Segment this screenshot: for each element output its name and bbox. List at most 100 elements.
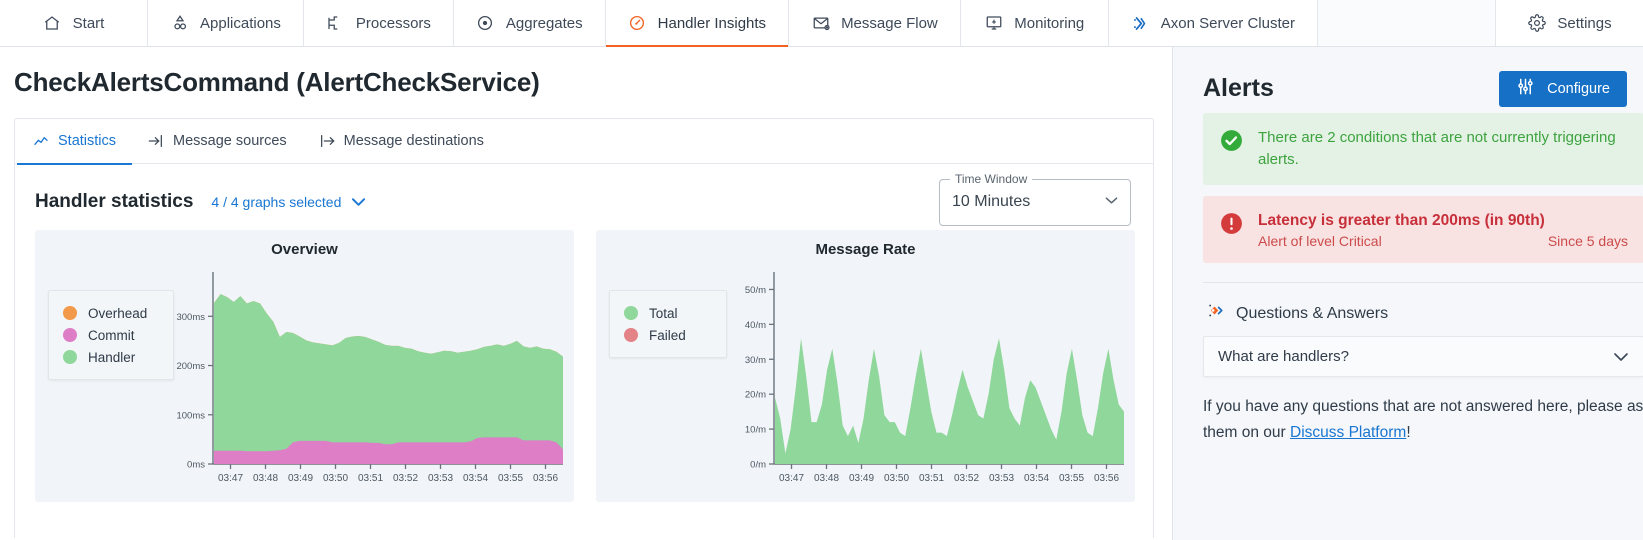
chart-title: Message Rate xyxy=(815,241,916,258)
nav-item-start[interactable]: Start xyxy=(0,0,148,46)
alert-since: Since 5 days xyxy=(1547,233,1628,249)
arrow-out-icon xyxy=(319,133,335,149)
aggregates-icon xyxy=(476,14,495,33)
alerts-panel: Alerts Configure There are 2 conditions … xyxy=(1172,47,1643,540)
svg-text:03:52: 03:52 xyxy=(954,473,979,484)
svg-text:03:48: 03:48 xyxy=(253,473,278,484)
qa-item-what-are-handlers[interactable]: What are handlers? xyxy=(1203,336,1643,377)
questions-answers-header: Questions & Answers xyxy=(1203,282,1643,329)
plot-overview: 0ms 100ms 200ms 300ms 03:47 03:48 03:49 03:50 03… xyxy=(35,258,574,496)
svg-text:03:55: 03:55 xyxy=(1059,473,1084,484)
svg-text:03:51: 03:51 xyxy=(919,473,944,484)
svg-text:03:50: 03:50 xyxy=(323,473,348,484)
handler-statistics-heading: Handler statistics xyxy=(35,191,194,212)
svg-text:200ms: 200ms xyxy=(176,361,205,372)
nav-item-processors[interactable]: Processors xyxy=(304,0,454,46)
charts-container: Overview Overhead Commit Handler 0ms 100… xyxy=(15,226,1153,502)
svg-text:300ms: 300ms xyxy=(176,312,205,323)
top-navigation: Start Applications Processors Aggregates… xyxy=(0,0,1643,47)
processors-icon xyxy=(326,14,345,33)
qa-item-label: What are handlers? xyxy=(1218,348,1349,365)
qa-footer-post: ! xyxy=(1406,424,1411,441)
chevron-down-icon xyxy=(1105,196,1118,208)
nav-label: Processors xyxy=(355,14,431,32)
svg-text:50/m: 50/m xyxy=(745,285,766,296)
gauge-icon xyxy=(628,14,647,33)
tab-label: Message sources xyxy=(173,133,287,149)
alert-level: Alert of level Critical xyxy=(1258,233,1382,249)
home-icon xyxy=(43,14,62,33)
alert-ok: There are 2 conditions that are not curr… xyxy=(1203,113,1643,185)
svg-text:03:49: 03:49 xyxy=(849,473,874,484)
chart-card-overview: Overview Overhead Commit Handler 0ms 100… xyxy=(35,230,574,502)
chevron-down-icon xyxy=(351,196,366,209)
chart-body-message-rate: Total Failed 0/m 10/m 20/m 30/m 40/m 50/m 03:4… xyxy=(596,258,1135,496)
nav-label: Applications xyxy=(200,14,281,32)
svg-text:100ms: 100ms xyxy=(176,410,205,421)
axon-diamond-icon xyxy=(1203,300,1224,326)
nav-item-monitoring[interactable]: Monitoring xyxy=(961,0,1109,46)
nav-item-axon-server-cluster[interactable]: Axon Server Cluster xyxy=(1109,0,1318,46)
tab-label: Message destinations xyxy=(343,133,484,149)
nav-label: Start xyxy=(72,14,105,32)
nav-label: Settings xyxy=(1557,14,1612,32)
time-window-value: 10 Minutes xyxy=(952,193,1031,210)
applications-icon xyxy=(170,14,189,33)
envelope-icon xyxy=(811,14,830,33)
chart-card-message-rate: Message Rate Total Failed 0/m 10/m 20/m … xyxy=(596,230,1135,502)
nav-label: Message Flow xyxy=(841,14,938,32)
check-circle-icon xyxy=(1219,128,1244,153)
svg-text:03:56: 03:56 xyxy=(533,473,558,484)
tab-statistics[interactable]: Statistics xyxy=(17,119,133,165)
svg-text:0/m: 0/m xyxy=(750,460,766,471)
alerts-title: Alerts xyxy=(1203,74,1274,102)
svg-text:03:53: 03:53 xyxy=(989,473,1014,484)
svg-text:03:54: 03:54 xyxy=(463,473,488,484)
nav-item-applications[interactable]: Applications xyxy=(148,0,304,46)
nav-item-handler-insights[interactable]: Handler Insights xyxy=(605,0,790,47)
chevron-down-icon xyxy=(1613,350,1629,364)
alert-critical: Latency is greater than 200ms (in 90th) … xyxy=(1203,196,1643,263)
alert-critical-meta: Alert of level Critical Since 5 days xyxy=(1258,233,1628,249)
qa-footer-pre: If you have any questions that are not a… xyxy=(1203,398,1643,441)
svg-text:40/m: 40/m xyxy=(745,320,766,331)
time-window-label: Time Window xyxy=(950,171,1033,186)
nav-label: Monitoring xyxy=(1014,14,1085,32)
statistics-header-row: Handler statistics 4 / 4 graphs selected… xyxy=(15,164,1153,226)
svg-text:03:47: 03:47 xyxy=(779,473,804,484)
chart-title: Overview xyxy=(271,241,338,258)
alert-critical-title: Latency is greater than 200ms (in 90th) xyxy=(1258,212,1545,229)
svg-text:10/m: 10/m xyxy=(745,425,766,436)
sliders-icon xyxy=(1516,77,1535,100)
nav-label: Handler Insights xyxy=(657,14,767,32)
plot-message-rate: 0/m 10/m 20/m 30/m 40/m 50/m 03:47 03:48 03:49 03… xyxy=(596,258,1135,496)
configure-button[interactable]: Configure xyxy=(1499,70,1627,107)
configure-label: Configure xyxy=(1547,80,1610,97)
svg-text:03:48: 03:48 xyxy=(814,473,839,484)
nav-item-message-flow[interactable]: Message Flow xyxy=(789,0,961,46)
svg-text:03:50: 03:50 xyxy=(884,473,909,484)
nav-item-aggregates[interactable]: Aggregates xyxy=(454,0,606,46)
graphs-selected-dropdown[interactable]: 4 / 4 graphs selected xyxy=(211,194,366,210)
nav-item-settings[interactable]: Settings xyxy=(1495,0,1643,46)
alert-ok-text: There are 2 conditions that are not curr… xyxy=(1258,129,1616,168)
svg-text:03:56: 03:56 xyxy=(1094,473,1119,484)
tab-message-destinations[interactable]: Message destinations xyxy=(303,119,500,164)
tab-message-sources[interactable]: Message sources xyxy=(132,119,303,164)
nav-label: Aggregates xyxy=(505,14,583,32)
svg-text:30/m: 30/m xyxy=(745,355,766,366)
discuss-platform-link[interactable]: Discuss Platform xyxy=(1290,424,1406,441)
nav-spacer xyxy=(1317,0,1495,46)
page-title: CheckAlertsCommand (AlertCheckService) xyxy=(14,67,540,97)
svg-text:20/m: 20/m xyxy=(745,390,766,401)
questions-answers-title: Questions & Answers xyxy=(1236,305,1389,322)
sub-tabs: Statistics Message sources Message desti… xyxy=(15,119,1153,165)
svg-text:03:53: 03:53 xyxy=(428,473,453,484)
time-window-select[interactable]: Time Window 10 Minutes xyxy=(939,171,1131,226)
monitor-icon xyxy=(984,14,1003,33)
arrow-into-icon xyxy=(148,133,164,149)
graphs-selected-label: 4 / 4 graphs selected xyxy=(211,194,342,210)
axon-cluster-icon xyxy=(1131,14,1150,33)
svg-text:03:51: 03:51 xyxy=(358,473,383,484)
svg-text:03:55: 03:55 xyxy=(498,473,523,484)
